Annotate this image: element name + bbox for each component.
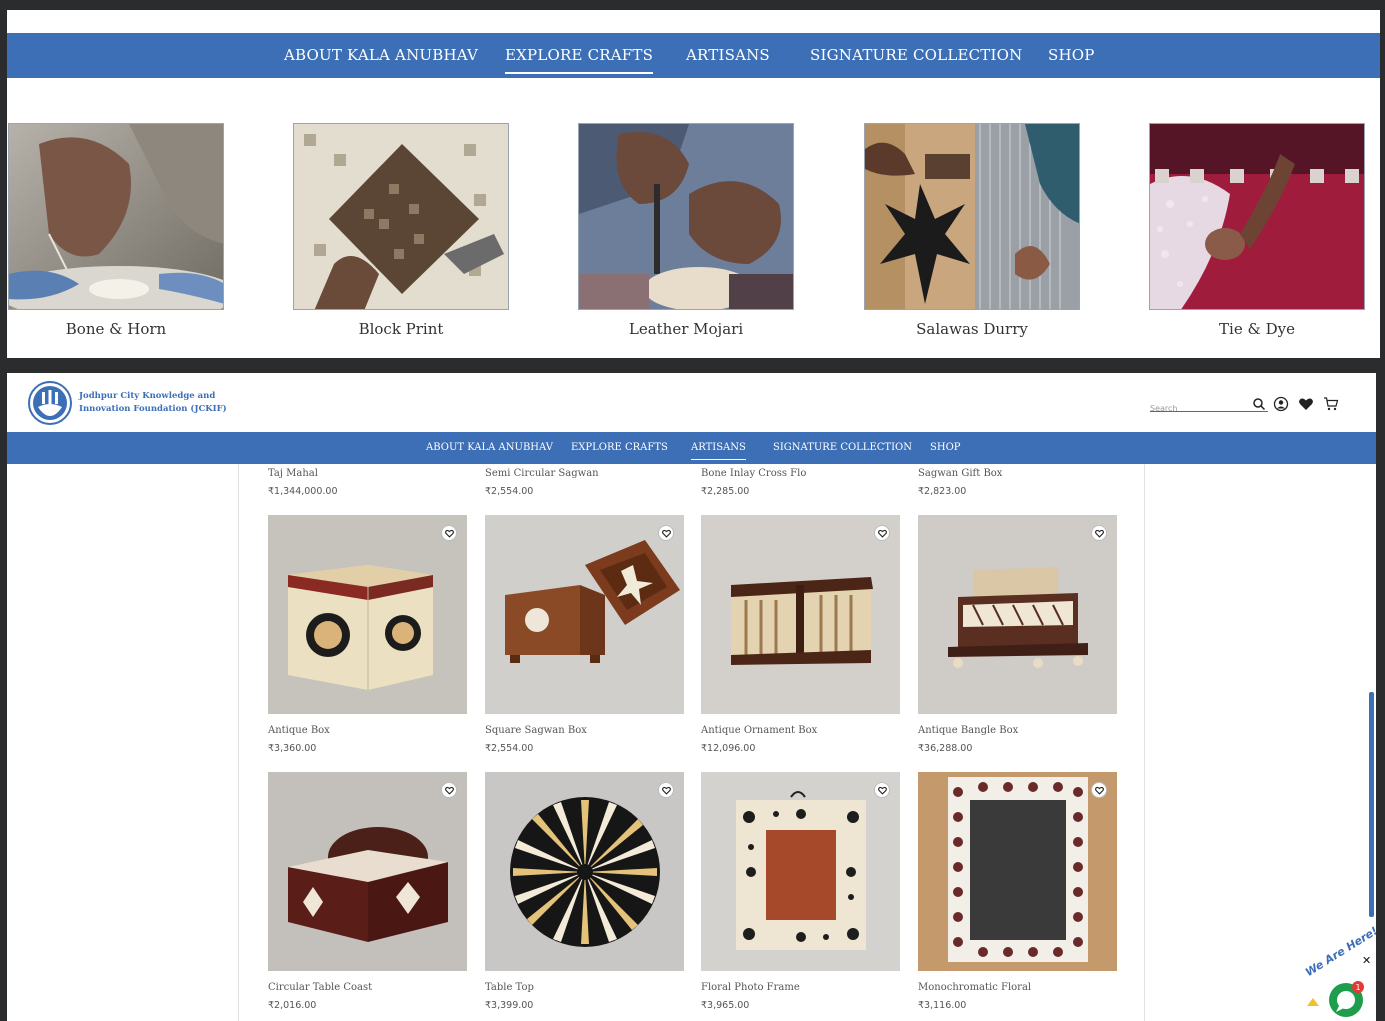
product-name[interactable]: Sagwan Gift Box: [918, 468, 1002, 479]
product-price: ₹36,288.00: [918, 743, 973, 754]
nav-shop[interactable]: SHOP: [1048, 33, 1095, 78]
product-name[interactable]: Square Sagwan Box: [485, 725, 587, 736]
product-price: ₹3,399.00: [485, 1000, 534, 1011]
search-input[interactable]: [1150, 401, 1242, 416]
wishlist-heart-icon[interactable]: [658, 782, 674, 798]
craft-card-block-print[interactable]: Block Print: [293, 123, 509, 338]
craft-card-salawas-durry[interactable]: Salawas Durry: [864, 123, 1080, 338]
craft-label: Block Print: [358, 320, 444, 338]
product-name[interactable]: Antique Box: [268, 725, 330, 736]
craft-image-leather-mojari: [578, 123, 794, 310]
nav-artisans[interactable]: ARTISANS: [686, 33, 770, 78]
wishlist-heart-icon[interactable]: [1091, 525, 1107, 541]
product-image-antique-ornament-box[interactable]: [701, 515, 900, 714]
product-price: ₹2,016.00: [268, 1000, 317, 1011]
product-image-square-sagwan-box[interactable]: [485, 515, 684, 714]
craft-label: Tie & Dye: [1219, 320, 1295, 338]
product-image-antique-bangle-box[interactable]: [918, 515, 1117, 714]
product-image-antique-box[interactable]: [268, 515, 467, 714]
nav-about[interactable]: ABOUT KALA ANUBHAV: [284, 33, 478, 78]
product-grid: Taj Mahal ₹1,344,000.00 Semi Circular Sa…: [238, 464, 1145, 1021]
wishlist-heart-icon[interactable]: [874, 525, 890, 541]
chat-badge: 1: [1355, 983, 1360, 992]
product-name[interactable]: Floral Photo Frame: [701, 982, 800, 993]
product-price: ₹2,554.00: [485, 486, 534, 497]
wishlist-heart-icon[interactable]: [441, 525, 457, 541]
jckif-logo[interactable]: [28, 381, 72, 425]
wishlist-heart-icon[interactable]: [1091, 782, 1107, 798]
product-image-monochromatic-floral[interactable]: [918, 772, 1117, 971]
product-image-table-top[interactable]: [485, 772, 684, 971]
craft-image-salawas-durry: [864, 123, 1080, 310]
craft-image-bone-horn: [8, 123, 224, 310]
page-scrollbar[interactable]: [1369, 692, 1374, 917]
main-nav: ABOUT KALA ANUBHAV EXPLORE CRAFTS ARTISA…: [7, 33, 1380, 78]
product-price: ₹3,116.00: [918, 1000, 967, 1011]
product-price: ₹12,096.00: [701, 743, 756, 754]
chat-widget[interactable]: 1: [1303, 962, 1379, 1020]
product-price: ₹2,823.00: [918, 486, 967, 497]
main-nav-sticky: ABOUT KALA ANUBHAV EXPLORE CRAFTS ARTISA…: [7, 432, 1376, 464]
craft-image-block-print: [293, 123, 509, 310]
wishlist-heart-icon[interactable]: [441, 782, 457, 798]
product-name[interactable]: Table Top: [485, 982, 534, 993]
wishlist-heart-icon[interactable]: [1298, 396, 1314, 412]
product-price: ₹3,360.00: [268, 743, 317, 754]
product-price: ₹3,965.00: [701, 1000, 750, 1011]
product-image-circular-table-coaster[interactable]: [268, 772, 467, 971]
nav-shop[interactable]: SHOP: [930, 432, 961, 464]
nav-about[interactable]: ABOUT KALA ANUBHAV: [426, 432, 553, 464]
product-price: ₹1,344,000.00: [268, 486, 338, 497]
product-price: ₹2,285.00: [701, 486, 750, 497]
logo-text: Jodhpur City Knowledge and Innovation Fo…: [79, 391, 227, 414]
nav-explore-crafts[interactable]: EXPLORE CRAFTS: [571, 432, 668, 464]
product-name[interactable]: Antique Bangle Box: [918, 725, 1018, 736]
cart-icon[interactable]: [1323, 396, 1339, 412]
nav-explore-crafts[interactable]: EXPLORE CRAFTS: [505, 33, 654, 78]
nav-artisans[interactable]: ARTISANS: [691, 432, 746, 464]
craft-card-bone-horn[interactable]: Bone & Horn: [8, 123, 224, 338]
craft-card-tie-dye[interactable]: Tie & Dye: [1149, 123, 1365, 338]
wishlist-heart-icon[interactable]: [874, 782, 890, 798]
search-box: [1150, 396, 1268, 416]
account-icon[interactable]: [1273, 396, 1289, 412]
craft-label: Bone & Horn: [65, 320, 167, 338]
product-name[interactable]: Semi Circular Sagwan: [485, 468, 599, 479]
search-icon[interactable]: [1252, 396, 1266, 411]
product-name[interactable]: Circular Table Coast: [268, 982, 372, 993]
product-name[interactable]: Taj Mahal: [268, 468, 318, 479]
nav-signature-collection[interactable]: SIGNATURE COLLECTION: [810, 33, 1022, 78]
product-image-floral-photo-frame[interactable]: [701, 772, 900, 971]
product-price: ₹2,554.00: [485, 743, 534, 754]
product-name[interactable]: Monochromatic Floral: [918, 982, 1031, 993]
craft-card-leather-mojari[interactable]: Leather Mojari: [578, 123, 794, 338]
wishlist-heart-icon[interactable]: [658, 525, 674, 541]
crafts-panel: ABOUT KALA ANUBHAV EXPLORE CRAFTS ARTISA…: [7, 10, 1380, 358]
craft-image-tie-dye: [1149, 123, 1365, 310]
craft-label: Leather Mojari: [628, 320, 744, 338]
product-name[interactable]: Antique Ornament Box: [701, 725, 817, 736]
nav-signature-collection[interactable]: SIGNATURE COLLECTION: [773, 432, 912, 464]
craft-label: Salawas Durry: [916, 320, 1028, 338]
product-name[interactable]: Bone Inlay Cross Flo: [701, 468, 806, 479]
shop-panel: Jodhpur City Knowledge and Innovation Fo…: [7, 373, 1376, 1021]
